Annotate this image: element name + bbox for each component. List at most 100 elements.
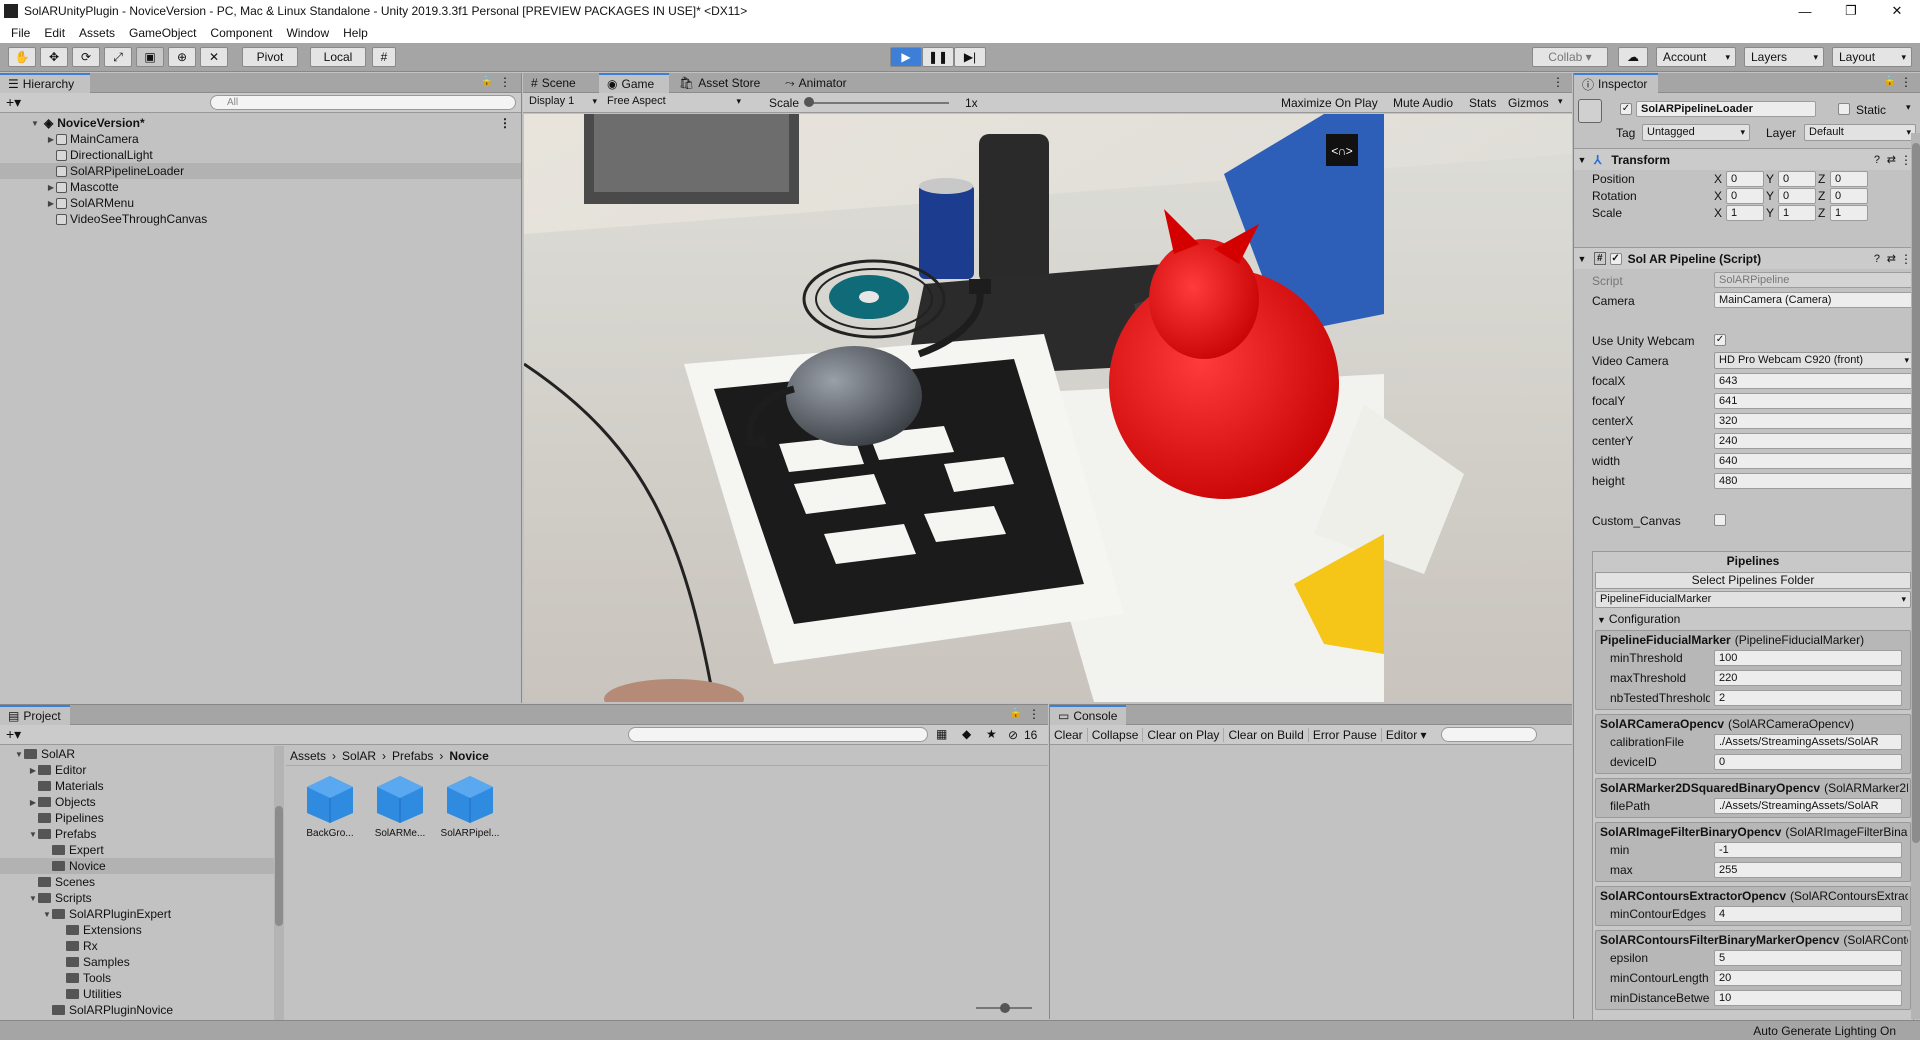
param-field[interactable]: 641 [1714, 393, 1914, 409]
menu-gameobject[interactable]: GameObject [122, 26, 203, 40]
configuration-foldout[interactable]: ▼ Configuration [1597, 612, 1680, 626]
panel-menu-icon[interactable]: ⋮ [1552, 75, 1564, 89]
step-button[interactable]: ▶| [954, 47, 986, 67]
console-error-pause-button[interactable]: Error Pause [1307, 727, 1381, 742]
pipeline-param-field[interactable]: ./Assets/StreamingAssets/SolAR [1714, 798, 1902, 814]
console-clear-button[interactable]: Clear [1050, 728, 1087, 742]
create-add-icon[interactable]: +▾ [6, 94, 21, 111]
expand-arrow-icon[interactable]: ▼ [42, 910, 52, 919]
folder-item[interactable]: Samples [0, 954, 283, 970]
transform-y-field[interactable]: 0 [1778, 188, 1816, 204]
tab-animator[interactable]: ⤳ Animator [777, 73, 867, 93]
folder-item[interactable]: ▼ SolARPluginExpert [0, 906, 283, 922]
presets-icon[interactable]: ⇄ [1887, 153, 1896, 166]
video-camera-dropdown[interactable]: HD Pro Webcam C920 (front) [1714, 352, 1914, 369]
move-tool-icon[interactable]: ✥ [40, 47, 68, 67]
minimize-button[interactable]: — [1782, 0, 1828, 22]
menu-file[interactable]: File [4, 26, 37, 40]
expand-arrow-icon[interactable]: ▶ [28, 766, 38, 775]
tab-console[interactable]: ▭ Console [1050, 705, 1126, 725]
hierarchy-item[interactable]: VideoSeeThroughCanvas [0, 211, 521, 227]
asset-item[interactable]: BackGro... [300, 773, 360, 839]
asset-item[interactable]: SolARPipel... [438, 773, 502, 839]
hierarchy-item-selected[interactable]: SolARPipelineLoader [0, 163, 521, 179]
tab-hierarchy[interactable]: ☰ Hierarchy [0, 73, 90, 93]
folder-item[interactable]: Utilities [0, 986, 283, 1002]
scale-slider-track[interactable] [809, 102, 949, 104]
pipeline-param-field[interactable]: 220 [1714, 670, 1902, 686]
camera-field[interactable]: MainCamera (Camera) [1714, 292, 1914, 308]
stats-button[interactable]: Stats [1469, 96, 1496, 110]
object-name-field[interactable]: SolARPipelineLoader [1636, 101, 1816, 117]
project-search-input[interactable] [628, 727, 928, 742]
breadcrumb-prefabs[interactable]: Prefabs [392, 749, 433, 763]
active-checkbox[interactable]: ✓ [1620, 103, 1632, 115]
select-pipelines-folder-button[interactable]: Select Pipelines Folder [1595, 572, 1911, 589]
breadcrumb-solar[interactable]: SolAR [342, 749, 376, 763]
gizmos-dropdown[interactable]: Gizmos [1508, 96, 1549, 110]
filter-type-icon[interactable]: ▦ [936, 727, 947, 741]
menu-component[interactable]: Component [203, 26, 279, 40]
param-field[interactable]: 640 [1714, 453, 1914, 469]
rect-tool-icon[interactable]: ▣ [136, 47, 164, 67]
menu-edit[interactable]: Edit [37, 26, 72, 40]
expand-arrow-icon[interactable]: ▼ [28, 830, 38, 839]
folder-item[interactable]: Materials [0, 778, 283, 794]
display-dropdown[interactable]: Display 1 [525, 94, 601, 111]
hidden-packages-icon[interactable]: ⊘ [1008, 728, 1018, 742]
folder-item[interactable]: ▶ Objects [0, 794, 283, 810]
favorite-star-icon[interactable]: ★ [986, 727, 997, 741]
pipeline-param-field[interactable]: -1 [1714, 842, 1902, 858]
console-search-input[interactable] [1440, 727, 1537, 742]
console-clear-on-play-button[interactable]: Clear on Play [1142, 727, 1223, 742]
pipeline-param-field[interactable]: 0 [1714, 754, 1902, 770]
tag-dropdown[interactable]: Untagged [1642, 124, 1750, 141]
custom-canvas-checkbox[interactable] [1714, 514, 1726, 526]
filter-label-icon[interactable]: ◆ [962, 727, 971, 741]
folder-item[interactable]: ▼ SolAR [0, 746, 283, 762]
pause-button[interactable]: ❚❚ [922, 47, 954, 67]
console-editor-dropdown[interactable]: Editor ▾ [1380, 727, 1431, 742]
tab-game[interactable]: ◉ Game [599, 73, 669, 93]
collab-button[interactable]: Collab ▾ [1532, 47, 1608, 67]
transform-z-field[interactable]: 1 [1830, 205, 1868, 221]
folder-item[interactable]: Scenes [0, 874, 283, 890]
close-button[interactable]: ✕ [1874, 0, 1920, 22]
panel-menu-icon[interactable]: ⋮ [1028, 707, 1040, 721]
component-enabled-checkbox[interactable]: ✓ [1609, 252, 1622, 265]
panel-menu-icon[interactable]: ⋮ [1900, 75, 1912, 89]
breadcrumb-assets[interactable]: Assets [290, 749, 326, 763]
hierarchy-item[interactable]: ▶ SolARMenu [0, 195, 521, 211]
transform-y-field[interactable]: 0 [1778, 171, 1816, 187]
transform-x-field[interactable]: 1 [1726, 205, 1764, 221]
folder-item[interactable]: ▼ Scripts [0, 890, 283, 906]
transform-x-field[interactable]: 0 [1726, 188, 1764, 204]
scale-tool-icon[interactable]: ⤢ [104, 47, 132, 67]
param-field[interactable]: 240 [1714, 433, 1914, 449]
help-icon[interactable]: ? [1874, 154, 1880, 166]
folder-item[interactable]: Extensions [0, 922, 283, 938]
pipeline-param-field[interactable]: ./Assets/StreamingAssets/SolAR [1714, 734, 1902, 750]
pipeline-param-field[interactable]: 2 [1714, 690, 1902, 706]
expand-arrow-icon[interactable]: ▶ [46, 135, 56, 144]
hierarchy-search-input[interactable]: All [210, 95, 516, 110]
folder-item[interactable]: Pipelines [0, 810, 283, 826]
folder-item[interactable]: Tools [0, 970, 283, 986]
custom-tool-icon[interactable]: ✕ [200, 47, 228, 67]
pipeline-param-field[interactable]: 10 [1714, 990, 1902, 1006]
scene-menu-icon[interactable]: ⋮ [499, 116, 511, 130]
lock-icon[interactable]: 🔒 [1010, 708, 1022, 719]
expand-arrow-icon[interactable]: ▶ [46, 199, 56, 208]
hierarchy-item[interactable]: DirectionalLight [0, 147, 521, 163]
expand-arrow-icon[interactable]: ▼ [30, 119, 40, 128]
tab-scene[interactable]: # Scene [523, 73, 599, 93]
mute-audio-button[interactable]: Mute Audio [1393, 96, 1453, 110]
pipeline-param-field[interactable]: 4 [1714, 906, 1902, 922]
panel-menu-icon[interactable]: ⋮ [499, 75, 511, 89]
icon-size-slider-thumb[interactable] [1000, 1003, 1010, 1013]
inspector-scrollbar[interactable] [1911, 133, 1920, 1019]
static-checkbox[interactable] [1838, 103, 1850, 115]
tab-project[interactable]: ▤ Project [0, 705, 70, 725]
scene-root-row[interactable]: ▼ ◈ NoviceVersion* ⋮ [0, 115, 521, 131]
folder-item[interactable]: Expert [0, 842, 283, 858]
